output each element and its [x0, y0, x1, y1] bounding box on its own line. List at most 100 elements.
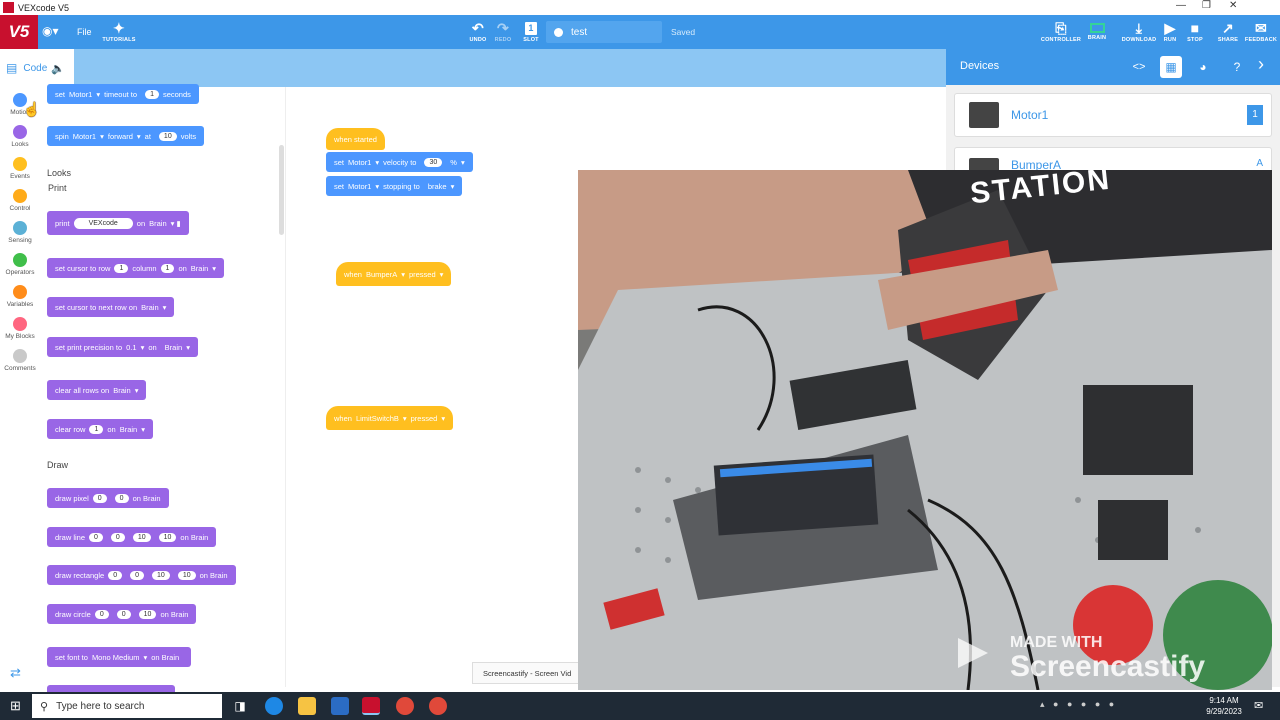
- screencastify-bar[interactable]: Screencastify - Screen Vid: [472, 662, 592, 684]
- bumper-dropdown[interactable]: BumperA: [366, 270, 397, 279]
- category-sensing[interactable]: Sensing: [0, 221, 40, 244]
- draw-pixel-block[interactable]: draw pixel 0 0 on Brain: [47, 488, 169, 508]
- code-view-icon[interactable]: <>: [1128, 56, 1150, 78]
- file-explorer-icon[interactable]: [298, 697, 316, 715]
- print-precision-block[interactable]: set print precision to 0.1 ▾ on Brain ▾: [47, 337, 198, 357]
- height-value[interactable]: 10: [177, 570, 196, 580]
- row-value[interactable]: 1: [89, 424, 104, 434]
- x-value[interactable]: 0: [108, 570, 123, 580]
- clear-row-block[interactable]: clear row 1 on Brain ▾: [47, 419, 153, 439]
- edge-icon[interactable]: [265, 697, 283, 715]
- help-icon[interactable]: ?: [1226, 56, 1248, 78]
- file-menu[interactable]: File: [77, 27, 92, 37]
- print-text-field[interactable]: VEXcode: [73, 217, 133, 229]
- radius-value[interactable]: 10: [138, 609, 157, 619]
- row-value[interactable]: 1: [114, 263, 129, 273]
- task-view-icon[interactable]: ◨: [231, 697, 249, 715]
- set-velocity-block[interactable]: set Motor1 ▾ velocity to 30 % ▾: [326, 152, 473, 172]
- set-timeout-block[interactable]: set Motor1 ▾ timeout to 1 seconds: [47, 84, 199, 104]
- y2-value[interactable]: 10: [158, 532, 177, 542]
- dashboard-icon[interactable]: ◕: [1192, 56, 1214, 78]
- system-tray-icons[interactable]: ▴ ● ● ● ● ●: [1040, 699, 1190, 713]
- palette-scrollbar[interactable]: [279, 145, 284, 235]
- when-bumper-block[interactable]: when BumperA ▾ pressed ▾: [336, 262, 452, 286]
- y-value[interactable]: 0: [114, 493, 129, 503]
- draw-rectangle-block[interactable]: draw rectangle 0 0 10 10 on Brain: [47, 565, 236, 585]
- motor-dropdown[interactable]: Motor1: [69, 90, 92, 99]
- column-value[interactable]: 1: [160, 263, 175, 273]
- y-value[interactable]: 0: [130, 570, 145, 580]
- draw-line-block[interactable]: draw line 0 0 10 10 on Brain: [47, 527, 217, 547]
- x1-value[interactable]: 0: [89, 532, 103, 542]
- redo-button[interactable]: ↷ REDO: [491, 18, 515, 46]
- volts-value[interactable]: 10: [158, 131, 177, 141]
- project-name-field[interactable]: test: [546, 21, 662, 43]
- brain-dropdown[interactable]: Brain: [141, 303, 159, 312]
- category-my-blocks[interactable]: My Blocks: [0, 317, 40, 340]
- unit-dropdown[interactable]: %: [450, 158, 457, 167]
- feedback-button[interactable]: ✉ FEEDBACK: [1244, 18, 1278, 46]
- taskbar-clock[interactable]: 9:14 AM 9/29/2023: [1200, 695, 1248, 717]
- mail-icon[interactable]: [331, 697, 349, 715]
- event-dropdown[interactable]: pressed: [409, 270, 436, 279]
- undo-button[interactable]: ↶ UNDO: [466, 18, 490, 46]
- brain-devices-icon[interactable]: ▦: [1160, 56, 1182, 78]
- precision-dropdown[interactable]: 0.1: [126, 343, 136, 352]
- brain-dropdown[interactable]: Brain: [165, 343, 183, 352]
- download-button[interactable]: ⤓ DOWNLOAD: [1120, 18, 1158, 46]
- chrome-icon-2[interactable]: [429, 697, 447, 715]
- category-comments[interactable]: Comments: [0, 349, 40, 372]
- x-value[interactable]: 0: [92, 493, 107, 503]
- run-button[interactable]: ▶ RUN: [1158, 18, 1182, 46]
- category-operators[interactable]: Operators: [0, 253, 40, 276]
- when-limit-block[interactable]: when LimitSwitchB ▾ pressed ▾: [326, 406, 454, 430]
- close-button[interactable]: ✕: [1229, 0, 1237, 11]
- when-started-block[interactable]: when started: [326, 128, 385, 150]
- brain-dropdown[interactable]: Brain: [113, 386, 131, 395]
- vexcode-taskbar-icon[interactable]: [362, 697, 380, 715]
- brain-dropdown[interactable]: Brain: [191, 264, 209, 273]
- device-motor1[interactable]: Motor1 1: [954, 93, 1272, 137]
- brain-dropdown[interactable]: Brain: [120, 425, 138, 434]
- windows-start-icon[interactable]: ⊞: [10, 698, 21, 714]
- brain-dropdown[interactable]: Brain: [149, 219, 167, 228]
- share-button[interactable]: ↗ SHARE: [1214, 18, 1242, 46]
- set-font-block[interactable]: set font to Mono Medium ▾ on Brain: [47, 647, 192, 667]
- stopping-dropdown[interactable]: brake: [428, 182, 447, 191]
- minimize-button[interactable]: —: [1176, 0, 1186, 11]
- tutorials-button[interactable]: ✦ TUTORIALS: [100, 18, 138, 46]
- extensions-icon[interactable]: ⇄: [10, 665, 21, 681]
- notifications-icon[interactable]: ✉: [1254, 699, 1263, 712]
- motor-dropdown[interactable]: Motor1: [348, 158, 371, 167]
- next-row-block[interactable]: set cursor to next row on Brain ▾: [47, 297, 175, 317]
- width-value[interactable]: 10: [152, 570, 170, 580]
- font-dropdown[interactable]: Mono Medium: [92, 653, 140, 662]
- draw-circle-block[interactable]: draw circle 0 0 10 on Brain: [47, 604, 197, 624]
- chrome-icon[interactable]: [396, 697, 414, 715]
- controller-button[interactable]: ⎘ CONTROLLER: [1040, 18, 1082, 46]
- timeout-value[interactable]: 1: [145, 89, 159, 99]
- maximize-button[interactable]: ❐: [1202, 0, 1211, 11]
- clear-all-rows-block[interactable]: clear all rows on Brain ▾: [47, 380, 147, 400]
- x2-value[interactable]: 10: [132, 532, 151, 542]
- slot-button[interactable]: 1 SLOT: [519, 18, 543, 46]
- limit-switch-dropdown[interactable]: LimitSwitchB: [356, 414, 399, 423]
- category-looks[interactable]: Looks: [0, 125, 40, 148]
- y-value[interactable]: 0: [116, 609, 131, 619]
- spin-volts-block[interactable]: spin Motor1 ▾ forward ▾ at 10 volts: [47, 126, 205, 146]
- brain-button[interactable]: BRAIN: [1082, 18, 1112, 46]
- x-value[interactable]: 0: [94, 609, 109, 619]
- velocity-value[interactable]: 30: [424, 157, 443, 167]
- direction-dropdown[interactable]: forward: [108, 132, 133, 141]
- set-stopping-block[interactable]: set Motor1 ▾ stopping to brake ▾: [326, 176, 463, 196]
- collapse-chevron-icon[interactable]: ›: [1258, 54, 1264, 75]
- taskbar-search-input[interactable]: ⚲ Type here to search: [32, 694, 222, 718]
- stop-button[interactable]: ■ STOP: [1183, 18, 1207, 46]
- set-cursor-block[interactable]: set cursor to row 1 column 1 on Brain ▾: [47, 258, 225, 278]
- category-variables[interactable]: Variables: [0, 285, 40, 308]
- globe-icon[interactable]: ◉▾: [42, 24, 59, 38]
- category-control[interactable]: Control: [0, 189, 40, 212]
- y1-value[interactable]: 0: [110, 532, 125, 542]
- event-dropdown[interactable]: pressed: [411, 414, 438, 423]
- print-block[interactable]: print VEXcode on Brain ▾ ▮: [47, 211, 189, 235]
